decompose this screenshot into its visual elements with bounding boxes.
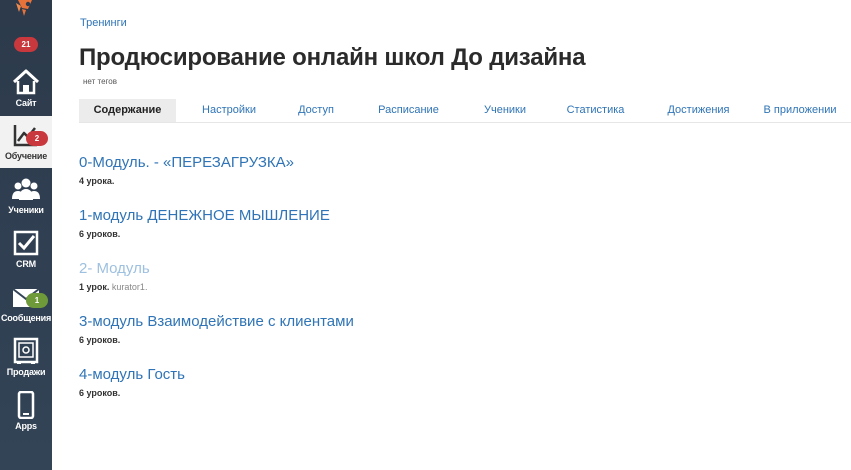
sidebar-item-label: CRM [16, 259, 36, 269]
notifications-badge[interactable]: 21 [14, 37, 38, 52]
sidebar-item-site[interactable]: Сайт [0, 63, 52, 115]
sidebar-item-messages[interactable]: Сообщения 1 [0, 278, 52, 330]
lesson-count: 4 урока. [79, 176, 115, 186]
tab-bar: Содержание Настройки Доступ Расписание У… [79, 99, 851, 123]
checkbox-icon [13, 230, 39, 256]
sidebar-item-learning[interactable]: Обучение 2 [0, 116, 52, 168]
module-title-link[interactable]: 0-Модуль. - «ПЕРЕЗАГРУЗКА» [79, 154, 294, 171]
sidebar-item-label: Продажи [6, 367, 46, 377]
lesson-count: 6 уроков. [79, 229, 121, 239]
module-item: 4-модуль Гость 6 уроков. [79, 366, 185, 398]
sidebar-item-label: Обучение [4, 151, 48, 161]
sidebar-item-label: Ученики [8, 205, 44, 215]
safe-icon [13, 337, 39, 364]
sidebar-item-label: Сайт [15, 98, 37, 108]
users-icon [12, 178, 40, 200]
tags-label: нет тегов [83, 77, 117, 86]
tab-students[interactable]: Ученики [467, 99, 543, 122]
module-meta: 6 уроков. [79, 229, 330, 239]
sidebar-item-crm[interactable]: CRM [0, 224, 52, 276]
home-icon [12, 69, 40, 95]
lesson-count: 6 уроков. [79, 335, 121, 345]
module-meta: 1 урок. kurator1. [79, 282, 150, 292]
sidebar-item-label: Apps [15, 421, 37, 431]
smartphone-icon [17, 391, 35, 419]
learning-badge: 2 [26, 131, 48, 146]
lesson-count: 6 уроков. [79, 388, 121, 398]
rocket-logo-icon[interactable] [12, 0, 38, 18]
sidebar-item-sales[interactable]: Продажи [0, 332, 52, 384]
tab-statistics[interactable]: Статистика [543, 99, 648, 122]
curator-name: kurator1. [111, 282, 148, 292]
module-meta: 6 уроков. [79, 335, 354, 345]
breadcrumb-trainings[interactable]: Тренинги [80, 17, 127, 29]
page-title: Продюсирование онлайн школ До дизайна [79, 44, 586, 71]
tab-schedule[interactable]: Расписание [350, 99, 467, 122]
sidebar: 21 Сайт Обучение 2 Ученики CRM Сообщения… [0, 0, 52, 470]
sidebar-item-label: Сообщения [0, 313, 52, 323]
module-item: 3-модуль Взаимодействие с клиентами 6 ур… [79, 313, 354, 345]
module-title-link[interactable]: 1-модуль ДЕНЕЖНОЕ МЫШЛЕНИЕ [79, 207, 330, 224]
sidebar-item-students[interactable]: Ученики [0, 170, 52, 222]
module-item: 2- Модуль 1 урок. kurator1. [79, 260, 150, 292]
tab-access[interactable]: Доступ [282, 99, 350, 122]
messages-badge: 1 [26, 293, 48, 308]
tab-in-app[interactable]: В приложении [749, 99, 851, 122]
lesson-count: 1 урок. [79, 282, 110, 292]
module-item: 1-модуль ДЕНЕЖНОЕ МЫШЛЕНИЕ 6 уроков. [79, 207, 330, 239]
module-item: 0-Модуль. - «ПЕРЕЗАГРУЗКА» 4 урока. [79, 154, 294, 186]
tab-content[interactable]: Содержание [79, 99, 176, 122]
module-meta: 6 уроков. [79, 388, 185, 398]
module-title-link[interactable]: 2- Модуль [79, 260, 150, 277]
module-title-link[interactable]: 3-модуль Взаимодействие с клиентами [79, 313, 354, 330]
tab-settings[interactable]: Настройки [176, 99, 282, 122]
module-meta: 4 урока. [79, 176, 294, 186]
sidebar-item-apps[interactable]: Apps [0, 386, 52, 438]
tab-achievements[interactable]: Достижения [648, 99, 749, 122]
module-title-link[interactable]: 4-модуль Гость [79, 366, 185, 383]
